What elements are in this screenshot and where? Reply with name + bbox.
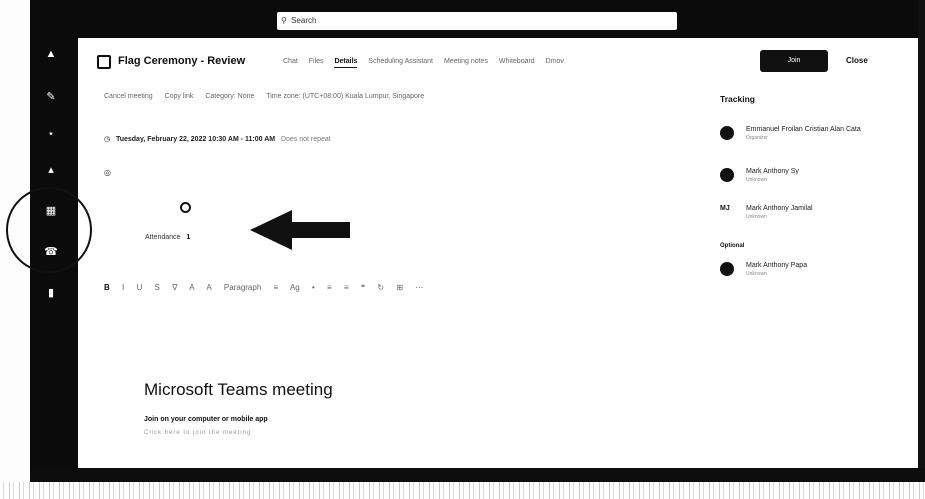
tab-scheduling-assistant[interactable]: Scheduling Assistant [368,58,433,65]
tab-whiteboard[interactable]: Whiteboard [499,58,535,65]
font-color-button[interactable]: A [189,283,194,292]
attendance-label: Attendance [145,234,181,241]
files-icon[interactable]: ▮ [44,286,58,300]
tab-chat[interactable]: Chat [283,58,298,65]
category-dropdown[interactable]: Category: None [205,93,254,100]
tab-details[interactable]: Details [334,58,358,68]
table-button[interactable]: ⊞ [396,283,403,292]
attendee-role: Unknown [746,214,767,220]
chat-icon[interactable]: ✎ [44,90,58,104]
repeat-option[interactable]: Does not repeat [281,136,331,143]
clear-format-button[interactable]: ≡ [274,283,279,292]
location-icon: ◎ [104,168,111,177]
attendance-link[interactable]: Attendance 1 [145,234,190,241]
attendee-name: Mark Anthony Sy [746,168,799,175]
clock-icon: ◷ [104,136,111,143]
window-border [918,0,925,470]
attendance-count: 1 [186,234,191,241]
numbering-button[interactable]: ≡ [327,283,332,292]
copy-link-button[interactable]: Copy link [165,93,194,100]
tab-files[interactable]: Files [309,58,324,65]
format-toolbar: B I U S ∇ A A Paragraph ≡ Ag • ≡ ≡ ❝ ↻ ⊞… [104,283,433,292]
window-border-bottom [30,468,925,482]
highlight-button[interactable]: ∇ [172,283,177,292]
styles-button[interactable]: Ag [290,283,300,292]
avatar [720,262,734,276]
meeting-details-pane [78,38,918,468]
tab-more[interactable]: Dmov [546,58,564,65]
meeting-date: Tuesday, February 22, 2022 10:30 AM - 11… [115,136,276,143]
search-icon: ⚲ [281,16,287,25]
font-size-button[interactable]: A [206,283,211,292]
bold-button[interactable]: B [104,283,110,292]
link-button[interactable]: ↻ [377,283,384,292]
attendee-name: Mark Anthony Papa [746,262,808,269]
optional-heading: Optional [720,243,745,249]
annotation-circle [6,187,92,273]
meeting-tabs: Chat Files Details Scheduling Assistant … [283,58,573,68]
meeting-title: Flag Ceremony - Review [118,55,246,67]
attendance-icon[interactable] [180,202,191,213]
teams-icon[interactable]: ⋆ [44,127,58,141]
underline-button[interactable]: U [136,283,142,292]
paragraph-dropdown[interactable]: Paragraph [224,283,261,292]
scan-noise [0,482,925,499]
avatar [720,168,734,182]
attendee-name: Emmanuel Froilan Cristian Alan Cata [746,126,861,133]
attendee-role: Organizer [746,135,768,141]
action-bar: Cancel meeting Copy link Category: None … [104,93,434,100]
avatar [720,126,734,140]
strike-button[interactable]: S [155,283,160,292]
more-options-button[interactable]: ⋯ [415,283,423,292]
join-link[interactable]: Click here to join the meeting [144,430,251,436]
avatar-initials: MJ [720,205,730,212]
annotation-arrow [250,210,350,250]
close-button[interactable]: Close [846,56,868,65]
meeting-icon [97,55,111,69]
teams-meeting-heading: Microsoft Teams meeting [144,380,333,399]
attendee-role: Unknown [746,271,767,277]
join-instructions: Join on your computer or mobile app [144,416,268,423]
search-placeholder: Search [291,16,317,25]
tracking-heading: Tracking [720,94,755,104]
activity-icon[interactable]: ▲ [44,47,58,61]
italic-button[interactable]: I [122,283,124,292]
join-button[interactable]: Join [760,50,828,72]
attendee-name: Mark Anthony Jamilal [746,205,813,212]
indent-button[interactable]: ≡ [344,283,349,292]
search-input[interactable]: ⚲ Search [277,12,677,30]
timezone-dropdown[interactable]: Time zone: (UTC+08:00) Kuala Lumpur, Sin… [266,93,424,100]
meeting-time[interactable]: ◷ Tuesday, February 22, 2022 10:30 AM - … [104,135,331,143]
bullets-button[interactable]: • [312,283,315,292]
tab-meeting-notes[interactable]: Meeting notes [444,58,488,65]
assignments-icon[interactable]: ▴ [44,163,58,177]
quote-button[interactable]: ❝ [361,283,365,292]
attendee-role: Unknown [746,177,767,183]
cancel-meeting-button[interactable]: Cancel meeting [104,93,153,100]
